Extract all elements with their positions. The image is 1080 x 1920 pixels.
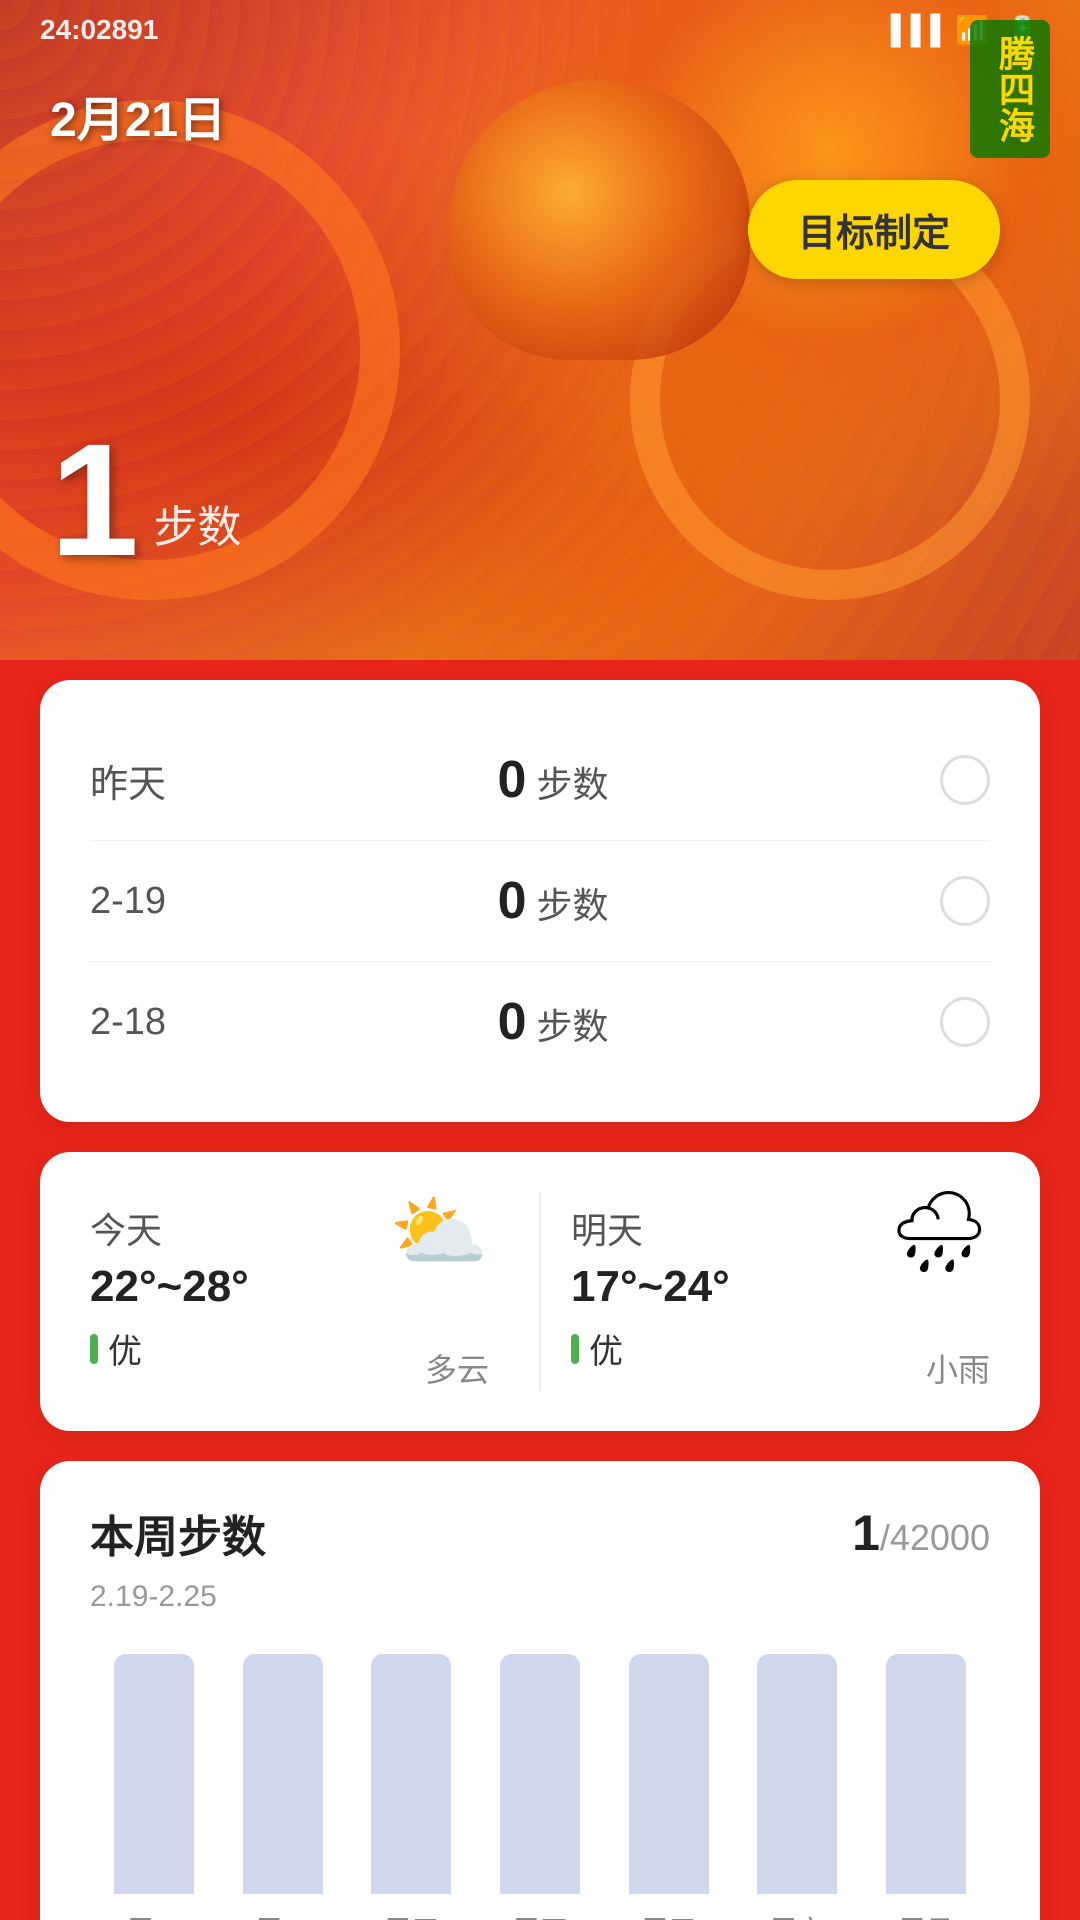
history-unit-yesterday: 步数: [536, 756, 608, 808]
history-count-218: 0: [498, 992, 527, 1052]
history-date-yesterday: 昨天: [90, 753, 166, 808]
history-row-yesterday[interactable]: 昨天 0 步数: [90, 720, 990, 841]
weather-divider: [539, 1192, 541, 1391]
step-label: 步数: [153, 491, 241, 555]
weather-tomorrow-desc: 小雨: [926, 1345, 990, 1391]
weekly-title: 本周步数: [90, 1501, 266, 1565]
weekly-total-steps: /42000: [880, 1517, 990, 1558]
status-bar: 24:02891 ▐▐▐ 📶 🔋: [0, 0, 1080, 60]
bar-label-mon: 周一: [126, 1909, 182, 1920]
quality-bar-today: [90, 1334, 98, 1364]
signal-icon: ▐▐▐: [881, 14, 941, 46]
bar-item-fri: 周五: [604, 1654, 733, 1920]
step-hero: 1 步数: [50, 420, 241, 580]
bar-item-mon: 周一: [90, 1654, 219, 1920]
weekly-count-area: 1/42000: [852, 1504, 990, 1562]
bar-fill-fri: [629, 1654, 709, 1894]
history-count-219: 0: [498, 871, 527, 931]
weather-card: 今天 22°~28° 优 ⛅ 多云 明天 17°~24° 优 🌧 小雨: [40, 1152, 1040, 1431]
history-count-yesterday: 0: [498, 750, 527, 810]
bar-item-thu: 周四: [476, 1654, 605, 1920]
history-row-218[interactable]: 2-18 0 步数: [90, 962, 990, 1082]
bar-fill-tue: [243, 1654, 323, 1894]
bar-item-tue: 周二: [219, 1654, 348, 1920]
weekly-current-steps: 1: [852, 1505, 880, 1561]
history-icon-219: [940, 876, 990, 926]
weekly-card: 本周步数 1/42000 2.19-2.25 周一 周二: [40, 1461, 1040, 1920]
history-steps-219: 0 步数: [498, 871, 609, 931]
current-date: 2月21日: [50, 94, 226, 147]
weather-today-label: 今天: [90, 1202, 389, 1254]
bar-label-sun: 周日: [898, 1909, 954, 1920]
date-display: 2月21日: [50, 80, 226, 150]
quality-bar-tomorrow: [571, 1334, 579, 1364]
weekly-range: 2.19-2.25: [90, 1580, 990, 1614]
bar-label-thu: 周四: [512, 1909, 568, 1920]
weekly-header: 本周步数 1/42000: [90, 1501, 990, 1565]
weather-tomorrow-quality: 优: [571, 1324, 870, 1373]
history-date-219: 2-19: [90, 880, 166, 923]
tomorrow-weather-icon: 🌧: [888, 1192, 990, 1272]
content-area: 昨天 0 步数 2-19 0 步数 2-18 0 步数: [0, 660, 1080, 1920]
bar-fill-wed: [371, 1654, 451, 1894]
bar-label-fri: 周五: [641, 1909, 697, 1920]
hero-section: 24:02891 ▐▐▐ 📶 🔋 2月21日 目标制定 腾四海 1 步数: [0, 0, 1080, 700]
weather-tomorrow-icon-area: 🌧 小雨: [870, 1192, 990, 1391]
weather-today-temp: 22°~28°: [90, 1262, 389, 1312]
bar-label-sat: 周六: [769, 1909, 825, 1920]
history-row-219[interactable]: 2-19 0 步数: [90, 841, 990, 962]
step-count-big: 1: [50, 410, 139, 589]
history-steps-218: 0 步数: [498, 992, 609, 1052]
history-icon-yesterday: [940, 755, 990, 805]
weather-today-desc: 多云: [425, 1345, 489, 1391]
history-date-218: 2-18: [90, 1001, 166, 1044]
bar-item-sun: 周日: [861, 1654, 990, 1920]
weather-tomorrow-label: 明天: [571, 1202, 870, 1254]
weather-tomorrow: 明天 17°~24° 优: [571, 1192, 870, 1391]
status-time: 24:02891: [40, 14, 158, 46]
bar-fill-sun: [886, 1654, 966, 1894]
weather-today-icon-area: ⛅ 多云: [389, 1192, 509, 1391]
bar-label-tue: 周二: [255, 1909, 311, 1920]
quality-text-tomorrow: 优: [589, 1324, 623, 1373]
dragon-head-decoration: [450, 80, 750, 360]
bar-chart: 周一 周二 周三 周四: [90, 1654, 990, 1920]
right-banner: 腾四海: [970, 20, 1050, 158]
goal-button[interactable]: 目标制定: [748, 180, 1000, 279]
bar-fill-sat: [757, 1654, 837, 1894]
bar-label-wed: 周三: [383, 1909, 439, 1920]
bar-item-sat: 周六: [733, 1654, 862, 1920]
today-weather-icon: ⛅: [389, 1192, 489, 1272]
bar-item-wed: 周三: [347, 1654, 476, 1920]
history-unit-218: 步数: [536, 998, 608, 1050]
bar-fill-thu: [500, 1654, 580, 1894]
history-unit-219: 步数: [536, 877, 608, 929]
weather-today: 今天 22°~28° 优: [90, 1192, 389, 1391]
history-icon-218: [940, 997, 990, 1047]
history-card: 昨天 0 步数 2-19 0 步数 2-18 0 步数: [40, 680, 1040, 1122]
history-steps-yesterday: 0 步数: [498, 750, 609, 810]
weather-today-quality: 优: [90, 1324, 389, 1373]
weather-tomorrow-temp: 17°~24°: [571, 1262, 870, 1312]
quality-text-today: 优: [108, 1324, 142, 1373]
bar-fill-mon: [114, 1654, 194, 1894]
